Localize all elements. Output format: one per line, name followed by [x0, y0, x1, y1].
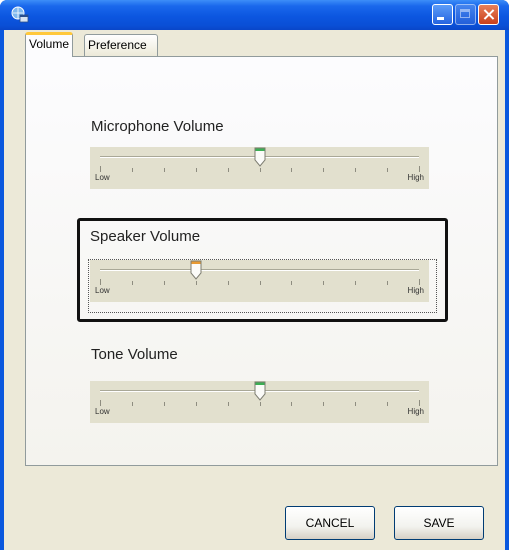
slider-tick — [419, 166, 420, 172]
tab-preference[interactable]: Preference — [84, 34, 158, 56]
speaker-focus-rectangle — [88, 259, 437, 313]
slider-tick — [164, 402, 165, 406]
slider-tick — [323, 402, 324, 406]
maximize-icon[interactable] — [455, 4, 476, 25]
microphone-volume-slider[interactable]: Low High — [90, 147, 429, 189]
slider-tick — [164, 168, 165, 172]
tone-low-label: Low — [95, 407, 110, 416]
slider-tick — [260, 402, 261, 406]
microphone-low-label: Low — [95, 173, 110, 182]
tone-volume-label: Tone Volume — [91, 346, 178, 363]
slider-tick — [132, 168, 133, 172]
cancel-button[interactable]: CANCEL — [285, 506, 375, 540]
microphone-high-label: High — [407, 173, 424, 182]
slider-tick — [387, 402, 388, 406]
slider-tick — [228, 402, 229, 406]
slider-tick — [355, 402, 356, 406]
slider-tick — [100, 166, 101, 172]
slider-tick — [291, 168, 292, 172]
app-window: Volume Preference Microphone Volume Low … — [0, 0, 509, 550]
slider-tick — [100, 400, 101, 406]
slider-tick — [196, 402, 197, 406]
slider-tick — [387, 168, 388, 172]
microphone-volume-label: Microphone Volume — [91, 118, 224, 135]
minimize-icon[interactable] — [432, 4, 453, 25]
speaker-volume-label: Speaker Volume — [90, 228, 201, 245]
title-bar[interactable] — [0, 0, 509, 30]
tab-volume[interactable]: Volume — [25, 32, 74, 57]
tone-slider-thumb[interactable] — [254, 381, 266, 401]
slider-tick — [260, 168, 261, 172]
slider-tick — [323, 168, 324, 172]
slider-tick — [355, 168, 356, 172]
save-button[interactable]: SAVE — [394, 506, 484, 540]
slider-tick — [291, 402, 292, 406]
tone-volume-slider[interactable]: Low High — [90, 381, 429, 423]
globe-window-icon[interactable] — [11, 6, 29, 24]
microphone-slider-thumb[interactable] — [254, 147, 266, 167]
slider-tick — [132, 402, 133, 406]
slider-tick — [228, 168, 229, 172]
tone-high-label: High — [407, 407, 424, 416]
slider-tick — [419, 400, 420, 406]
slider-tick — [196, 168, 197, 172]
close-icon[interactable] — [478, 4, 499, 25]
